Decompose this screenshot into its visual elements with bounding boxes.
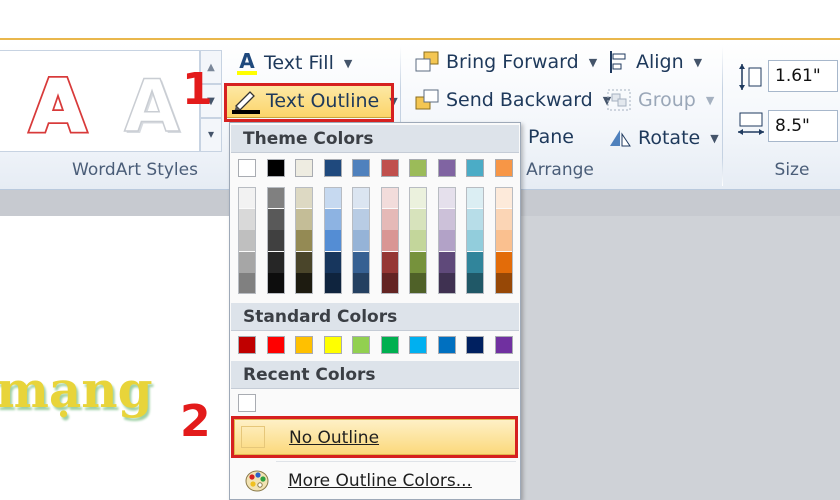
theme-color-swatch[interactable] xyxy=(238,159,256,177)
chevron-down-icon: ▼ xyxy=(693,55,703,69)
theme-color-swatch[interactable] xyxy=(466,159,484,177)
color-palette-icon xyxy=(245,470,269,492)
ribbon-separator xyxy=(722,46,723,186)
align-icon xyxy=(610,51,626,73)
send-backward-button[interactable]: Send Backward ▼ xyxy=(414,88,611,112)
standard-color-swatch[interactable] xyxy=(494,336,513,354)
wordart-styles-group-label: WordArt Styles xyxy=(72,160,198,180)
standard-color-swatch[interactable] xyxy=(437,336,456,354)
standard-color-swatch[interactable] xyxy=(295,336,313,354)
workspace-background xyxy=(520,190,840,500)
theme-color-swatch[interactable] xyxy=(494,159,513,177)
wordart-style-red-outline-icon[interactable]: A A xyxy=(18,65,98,145)
annotation-box-no-outline xyxy=(231,416,518,458)
rotate-button[interactable]: Rotate ▼ xyxy=(606,126,719,150)
standard-color-swatch[interactable] xyxy=(266,336,285,354)
chevron-down-icon: ▼ xyxy=(588,55,598,69)
align-button[interactable]: Align ▼ xyxy=(608,50,702,74)
group-icon xyxy=(607,89,631,111)
shape-width-input[interactable]: 8.5" xyxy=(768,110,838,142)
send-backward-label: Send Backward xyxy=(446,89,593,111)
more-outline-colors-label: More Outline Colors... xyxy=(288,471,472,491)
standard-color-swatch[interactable] xyxy=(238,336,256,354)
annotation-box-text-outline xyxy=(224,83,394,122)
theme-color-swatch[interactable] xyxy=(266,159,285,177)
theme-color-swatch[interactable] xyxy=(437,159,456,177)
wordart-text[interactable]: mạng xyxy=(0,360,153,419)
standard-color-swatch[interactable] xyxy=(409,336,427,354)
recent-colors-heading: Recent Colors xyxy=(231,361,519,389)
shape-width-icon xyxy=(738,112,764,135)
theme-color-swatch[interactable] xyxy=(295,159,313,177)
gallery-more-button[interactable]: ▾ xyxy=(200,118,222,152)
shape-height-input[interactable]: 1.61" xyxy=(768,60,838,92)
theme-shade-column-frame xyxy=(466,187,484,294)
theme-color-swatch[interactable] xyxy=(380,159,399,177)
chevron-down-icon: ▼ xyxy=(710,131,719,145)
standard-color-swatch[interactable] xyxy=(466,336,484,354)
bring-forward-label: Bring Forward xyxy=(446,51,579,73)
text-fill-label: Text Fill xyxy=(264,52,334,74)
theme-color-swatch[interactable] xyxy=(323,159,342,177)
theme-shade-column-frame xyxy=(323,187,342,294)
send-backward-icon xyxy=(415,89,439,110)
theme-shade-column-frame xyxy=(380,187,399,294)
annotation-step-2: 2 xyxy=(180,396,211,447)
theme-shade-column-frame xyxy=(238,187,256,294)
align-label: Align xyxy=(636,51,684,73)
menu-divider xyxy=(276,461,516,462)
rotate-icon xyxy=(610,130,631,147)
standard-color-swatch[interactable] xyxy=(323,336,342,354)
standard-colors-heading: Standard Colors xyxy=(231,303,519,331)
chevron-down-icon: ▼ xyxy=(705,93,715,107)
selection-pane-button[interactable]: Pane xyxy=(528,126,574,148)
annotation-step-1: 1 xyxy=(182,64,213,115)
window-top-strip xyxy=(0,0,840,40)
bring-forward-button[interactable]: Bring Forward ▼ xyxy=(414,50,597,74)
theme-colors-heading: Theme Colors xyxy=(231,125,519,153)
svg-text:A: A xyxy=(30,65,86,145)
svg-text:A: A xyxy=(239,50,255,73)
theme-color-swatch[interactable] xyxy=(352,159,370,177)
group-button[interactable]: Group ▼ xyxy=(606,88,714,112)
rotate-label: Rotate xyxy=(638,127,701,149)
standard-color-swatch[interactable] xyxy=(380,336,399,354)
theme-shade-column-frame xyxy=(295,187,313,294)
theme-shade-column-frame xyxy=(494,187,513,294)
selection-pane-label: Pane xyxy=(528,126,574,148)
theme-shade-column-frame xyxy=(409,187,427,294)
theme-color-swatch[interactable] xyxy=(409,159,427,177)
theme-shade-column-frame xyxy=(352,187,370,294)
chevron-down-icon: ▼ xyxy=(343,56,353,70)
theme-shade-column-frame xyxy=(437,187,456,294)
wordart-style-white-shadow-icon[interactable]: A A xyxy=(112,65,192,145)
theme-shade-column-frame xyxy=(266,187,285,294)
more-outline-colors-menu-item[interactable]: More Outline Colors... xyxy=(234,463,516,499)
shape-height-icon xyxy=(739,64,762,90)
bring-forward-icon xyxy=(415,51,439,72)
slide-canvas[interactable]: mạng xyxy=(0,216,230,500)
recent-color-swatch[interactable] xyxy=(238,394,256,412)
wordart-gallery[interactable]: A A A A xyxy=(0,50,200,152)
size-group-label: Size xyxy=(774,160,810,180)
text-fill-button[interactable]: A Text Fill ▼ xyxy=(236,50,352,76)
standard-color-swatch[interactable] xyxy=(352,336,370,354)
group-label: Group xyxy=(638,89,696,111)
text-fill-icon: A xyxy=(237,50,257,75)
svg-text:A: A xyxy=(124,65,180,145)
arrange-group-label: Arrange xyxy=(526,160,594,180)
